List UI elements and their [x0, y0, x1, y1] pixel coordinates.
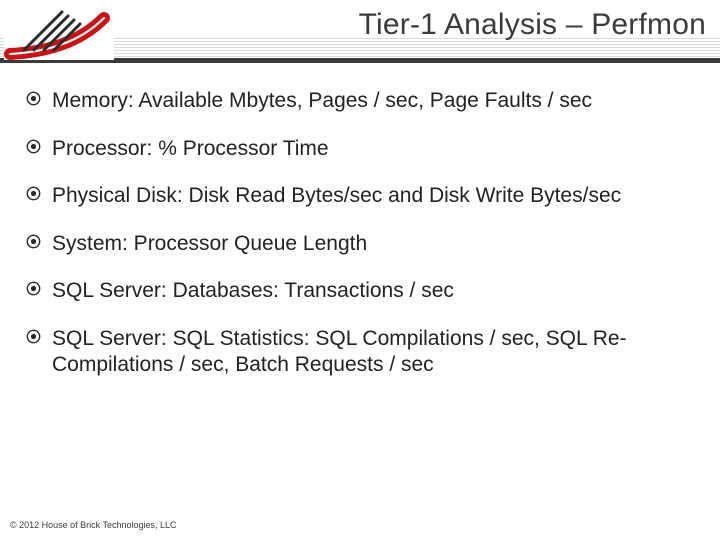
bullet-icon: [26, 329, 41, 344]
list-item-text: SQL Server: Databases: Transactions / se…: [52, 279, 454, 302]
bullet-icon: [26, 91, 41, 106]
logo: [4, 2, 114, 60]
list-item: SQL Server: SQL Statistics: SQL Compilat…: [22, 326, 698, 377]
bullet-icon: [26, 186, 41, 201]
list-item: Memory: Available Mbytes, Pages / sec, P…: [22, 88, 698, 114]
slide-body: Memory: Available Mbytes, Pages / sec, P…: [0, 68, 720, 377]
footer-copyright: © 2012 House of Brick Technologies, LLC: [10, 520, 177, 530]
bullet-icon: [26, 234, 41, 249]
list-item-text: SQL Server: SQL Statistics: SQL Compilat…: [52, 327, 627, 376]
list-item-text: System: Processor Queue Length: [52, 232, 367, 255]
list-item: System: Processor Queue Length: [22, 231, 698, 257]
list-item: Processor: % Processor Time: [22, 136, 698, 162]
list-item: Physical Disk: Disk Read Bytes/sec and D…: [22, 183, 698, 209]
bullet-list: Memory: Available Mbytes, Pages / sec, P…: [22, 88, 698, 377]
logo-icon: [4, 2, 114, 60]
slide-header: Tier-1 Analysis – Perfmon: [0, 0, 720, 68]
list-item: SQL Server: Databases: Transactions / se…: [22, 278, 698, 304]
bullet-icon: [26, 139, 41, 154]
slide-title: Tier-1 Analysis – Perfmon: [359, 8, 706, 42]
slide: Tier-1 Analysis – Perfmon Memory: Availa…: [0, 0, 720, 540]
list-item-text: Processor: % Processor Time: [52, 137, 329, 160]
bullet-icon: [26, 281, 41, 296]
list-item-text: Physical Disk: Disk Read Bytes/sec and D…: [52, 184, 621, 207]
list-item-text: Memory: Available Mbytes, Pages / sec, P…: [52, 89, 592, 112]
